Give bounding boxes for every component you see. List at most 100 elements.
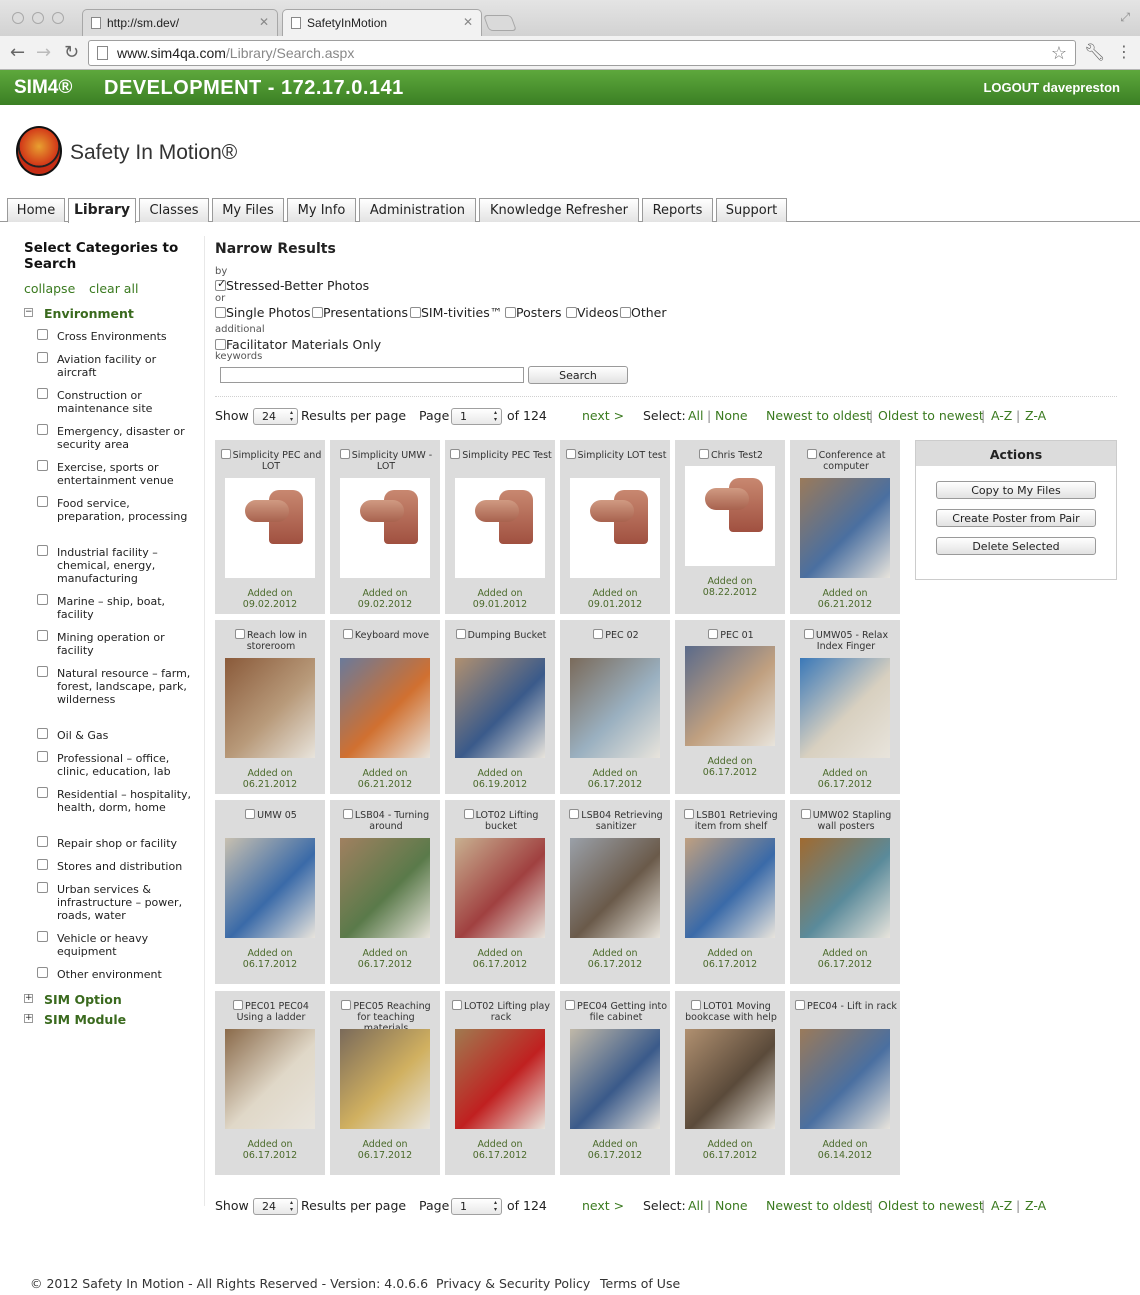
category-checkbox[interactable] xyxy=(37,836,48,847)
select-checkbox[interactable] xyxy=(339,449,350,459)
thumbnail-image[interactable] xyxy=(570,658,660,758)
back-arrow-icon[interactable]: ← xyxy=(10,42,25,63)
privacy-link[interactable]: Privacy & Security Policy xyxy=(436,1276,590,1291)
result-card[interactable]: LSB04 - Turning around Added on 06.17.2012 xyxy=(330,800,440,984)
type-posters[interactable]: Posters xyxy=(505,305,562,320)
category-checkbox[interactable] xyxy=(37,352,48,363)
reload-icon[interactable]: ↻ xyxy=(64,42,79,63)
sort-az-link[interactable]: A-Z xyxy=(991,408,1012,423)
type-presentations[interactable]: Presentations xyxy=(312,305,408,320)
select-checkbox[interactable] xyxy=(234,629,245,639)
category-item[interactable]: Vehicle or heavy equipment xyxy=(37,931,197,958)
category-checkbox[interactable] xyxy=(37,594,48,605)
checkbox[interactable] xyxy=(215,307,226,318)
terms-link[interactable]: Terms of Use xyxy=(600,1276,680,1291)
select-checkbox[interactable] xyxy=(569,809,580,819)
tab-home[interactable]: Home xyxy=(7,198,65,222)
sort-za-link[interactable]: Z-A xyxy=(1025,1198,1046,1213)
result-card[interactable]: LSB01 Retrieving item from shelf Added on… xyxy=(675,800,785,984)
wrench-icon[interactable]: 🔧︎ xyxy=(1084,43,1106,63)
select-checkbox[interactable] xyxy=(684,809,695,819)
result-card[interactable]: PEC04 Getting into file cabinet Added on 0… xyxy=(560,991,670,1175)
thumbnail-image[interactable] xyxy=(340,478,430,578)
category-checkbox[interactable] xyxy=(37,666,48,677)
category-checkbox[interactable] xyxy=(37,460,48,471)
result-card[interactable]: Conference at computer Added on 06.21.2012 xyxy=(790,440,900,614)
select-checkbox[interactable] xyxy=(565,449,576,459)
tab-reports[interactable]: Reports xyxy=(642,198,713,222)
select-checkbox[interactable] xyxy=(564,1000,575,1010)
result-card[interactable]: PEC 01 Added on 06.17.2012 xyxy=(675,620,785,794)
sort-az-link[interactable]: A-Z xyxy=(991,1198,1012,1213)
thumbnail-image[interactable] xyxy=(570,838,660,938)
category-checkbox[interactable] xyxy=(37,424,48,435)
thumbnail-image[interactable] xyxy=(685,838,775,938)
select-checkbox[interactable] xyxy=(691,1000,702,1010)
thumbnail-image[interactable] xyxy=(685,646,775,746)
thumbnail-image[interactable] xyxy=(455,478,545,578)
sort-oldest-link[interactable]: Oldest to newest xyxy=(878,1198,984,1213)
thumbnail-image[interactable] xyxy=(455,1029,545,1129)
checkbox[interactable] xyxy=(620,307,631,318)
category-item[interactable]: Urban services & infrastructure – power,… xyxy=(37,882,197,922)
sim-option-node[interactable]: + SIM Option xyxy=(24,992,122,1007)
select-checkbox[interactable] xyxy=(220,449,231,459)
select-checkbox[interactable] xyxy=(341,1000,352,1010)
thumbnail-image[interactable] xyxy=(455,838,545,938)
collapse-icon[interactable]: − xyxy=(24,308,33,317)
result-card[interactable]: UMW02 Stapling wall posters Added on 06.17… xyxy=(790,800,900,984)
result-card[interactable]: Dumping Bucket Added on 06.19.2012 xyxy=(445,620,555,794)
select-all-link[interactable]: All xyxy=(688,408,704,423)
category-item[interactable]: Repair shop or facility xyxy=(37,836,197,850)
tab-classes[interactable]: Classes xyxy=(139,198,209,222)
category-item[interactable]: Construction or maintenance site xyxy=(37,388,197,415)
address-bar[interactable]: www.sim4qa.com/Library/Search.aspx ☆ xyxy=(88,40,1076,66)
sort-za-link[interactable]: Z-A xyxy=(1025,408,1046,423)
select-checkbox[interactable] xyxy=(795,1000,806,1010)
collapse-link[interactable]: collapse xyxy=(24,281,75,296)
sort-newest-link[interactable]: Newest to oldest xyxy=(766,408,871,423)
thumbnail-image[interactable] xyxy=(455,658,545,758)
stressed-better-option[interactable]: ✓ Stressed-Better Photos xyxy=(215,277,369,293)
result-card[interactable]: LOT02 Lifting play rack Added on 06.17.201… xyxy=(445,991,555,1175)
thumbnail-image[interactable] xyxy=(685,1029,775,1129)
category-item[interactable]: Cross Environments xyxy=(37,329,197,343)
checkbox[interactable] xyxy=(566,307,577,318)
select-checkbox[interactable] xyxy=(450,449,461,459)
thumbnail-image[interactable] xyxy=(570,478,660,578)
browser-tab-2[interactable]: SafetyInMotion ✕ xyxy=(282,9,482,36)
search-button[interactable]: Search xyxy=(528,366,628,384)
close-window-button[interactable] xyxy=(12,12,24,24)
select-checkbox[interactable] xyxy=(463,809,474,819)
category-checkbox[interactable] xyxy=(37,496,48,507)
category-item[interactable]: Other environment xyxy=(37,967,197,981)
result-card[interactable]: PEC05 Reaching for teaching materialsAdd… xyxy=(330,991,440,1175)
logout-link[interactable]: LOGOUT davepreston xyxy=(983,80,1120,95)
thumbnail-image[interactable] xyxy=(800,478,890,578)
category-item[interactable]: Industrial facility – chemical, energy, … xyxy=(37,545,197,585)
select-checkbox[interactable] xyxy=(245,809,256,819)
result-card[interactable]: Keyboard move Added on 06.21.2012 xyxy=(330,620,440,794)
thumbnail-image[interactable] xyxy=(225,478,315,578)
select-checkbox[interactable] xyxy=(455,629,466,639)
select-none-link[interactable]: None xyxy=(715,1198,748,1213)
thumbnail-image[interactable] xyxy=(225,838,315,938)
result-card[interactable]: Simplicity LOT test Added on 09.01.2012 xyxy=(560,440,670,614)
category-item[interactable]: Marine – ship, boat, facility xyxy=(37,594,197,621)
category-checkbox[interactable] xyxy=(37,967,48,978)
result-card[interactable]: Simplicity PEC Test Added on 09.01.2012 xyxy=(445,440,555,614)
bookmark-star-icon[interactable]: ☆ xyxy=(1051,43,1067,64)
select-checkbox[interactable] xyxy=(699,449,710,459)
category-checkbox[interactable] xyxy=(37,545,48,556)
tab-knowledge-refresher[interactable]: Knowledge Refresher xyxy=(479,198,639,222)
sim-module-node[interactable]: + SIM Module xyxy=(24,1012,126,1027)
select-checkbox[interactable] xyxy=(342,629,353,639)
thumbnail-image[interactable] xyxy=(685,466,775,566)
tab-my-files[interactable]: My Files xyxy=(212,198,284,222)
result-card[interactable]: PEC01 PEC04 Using a ladder Added on 06.17.… xyxy=(215,991,325,1175)
tab-library[interactable]: Library xyxy=(68,198,136,223)
result-card[interactable]: Reach low in storeroom Added on 06.21.2012 xyxy=(215,620,325,794)
category-checkbox[interactable] xyxy=(37,329,48,340)
thumbnail-image[interactable] xyxy=(225,658,315,758)
category-checkbox[interactable] xyxy=(37,728,48,739)
